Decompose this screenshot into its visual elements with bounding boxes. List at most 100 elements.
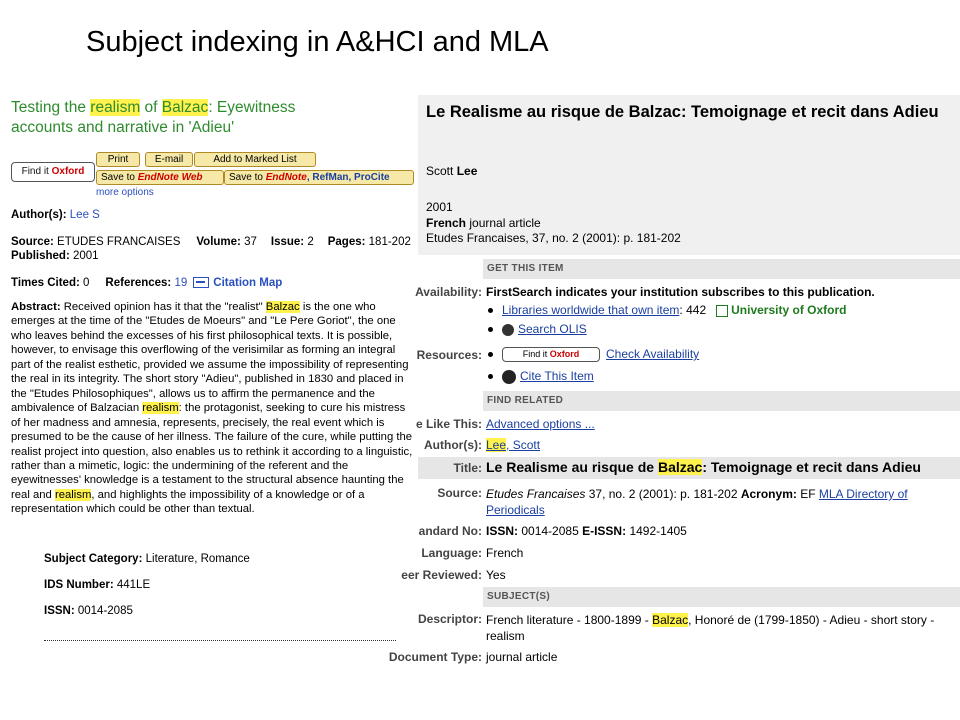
issn-value: 0014-2085 — [521, 524, 579, 538]
author-row: Lee, Scott — [486, 438, 540, 452]
oxford-logo: Oxford — [51, 166, 85, 177]
issn-row: ISSN: 0014-2085 — [44, 604, 133, 618]
email-button[interactable]: E-mail — [145, 152, 193, 167]
subjects-header: SUBJECT(S) — [483, 587, 960, 607]
periodicals-link[interactable]: Periodicals — [486, 503, 545, 517]
field-label: Published: — [11, 250, 70, 262]
language-bold: French — [426, 215, 467, 230]
year: 2001 — [426, 200, 453, 214]
bullet — [488, 352, 493, 358]
record-title[interactable]: Testing the realism of Balzac: Eyewitnes… — [11, 98, 356, 138]
advanced-options-text[interactable]: Advanced options ... — [486, 417, 595, 431]
endnote-logo-suffix: Web — [178, 172, 203, 183]
find-it-oxford-button[interactable]: Find it Oxford — [11, 162, 95, 182]
get-this-item-header: GET THIS ITEM — [483, 259, 960, 279]
check-availability-link[interactable]: Check Availability — [606, 347, 699, 361]
acronym-label: Acronym: — [740, 487, 797, 501]
published-value: 2001 — [72, 250, 99, 262]
subject-category-value: Literature, Romance — [145, 553, 250, 565]
more-like-label: e Like This: — [415, 417, 482, 431]
ids-value: 441LE — [116, 579, 151, 591]
abstract-part: is the one who emerges at the time of th… — [11, 301, 409, 415]
highlight-term: Balzac — [657, 459, 703, 475]
highlight-term: Balzac — [652, 613, 689, 627]
print-button[interactable]: Print — [96, 152, 140, 167]
authors-row: Author(s): Lee S — [11, 208, 411, 222]
add-marked-list-button[interactable]: Add to Marked List — [194, 152, 316, 167]
libraries-link[interactable]: Libraries worldwide that own item — [502, 303, 679, 317]
author-link[interactable]: Lee S — [70, 209, 100, 221]
field-label: Subject Category: — [44, 553, 143, 565]
references-link[interactable]: 19 — [174, 277, 187, 289]
title-part: Testing the — [11, 99, 91, 116]
field-label: Volume: — [196, 236, 241, 248]
record-title: Le Realisme au risque de Balzac: Temoign… — [426, 103, 939, 121]
descriptor-part: French literature - 1800-1899 - — [486, 613, 653, 627]
save-endnote-web-button[interactable]: Save to EndNote Web — [96, 170, 224, 185]
eissn-value: 1492-1405 — [629, 524, 687, 538]
times-cited-value: 0 — [83, 277, 90, 289]
field-label: Author(s): — [11, 209, 67, 221]
issue-value: 2 — [307, 236, 314, 248]
save-endnote-button[interactable]: Save to EndNote, RefMan, ProCite — [224, 170, 414, 185]
field-label: Abstract: — [11, 301, 61, 313]
find-it-oxford-button[interactable]: Find it Oxford — [502, 347, 600, 363]
title-value: Le Realisme au risque de Balzac: Temoign… — [486, 459, 921, 475]
field-label: Times Cited: — [11, 277, 80, 289]
highlight-term: realism — [142, 402, 179, 415]
source-row: Source: ETUDES FRANCAISES Volume: 37 Issue… — [11, 235, 411, 263]
author-link[interactable]: Lee, Scott — [486, 438, 540, 452]
endnote-logo: EndNote — [265, 172, 307, 183]
issn-value: 0014-2085 — [77, 605, 133, 617]
citation: Etudes Francaises, 37, no. 2 (2001): p. … — [426, 231, 681, 245]
refman-procite-label: , RefMan, ProCite — [306, 172, 390, 183]
cite-row: Cite This Item — [486, 369, 594, 384]
source-value: ETUDES FRANCAISES — [57, 236, 181, 248]
field-label: IDS Number: — [44, 579, 114, 591]
highlight-term: realism — [90, 99, 141, 116]
source-rest: 37, no. 2 (2001): p. 181-202 — [585, 487, 738, 501]
divider — [44, 640, 396, 641]
title-part: of — [140, 99, 162, 116]
descriptor-part: , Honoré de (1799-1850) - Adieu - short … — [688, 613, 935, 627]
author-label: Author(s): — [424, 438, 482, 452]
descriptor-value: French literature - 1800-1899 - Balzac, … — [486, 612, 934, 644]
oxford-logo: Oxford — [549, 349, 580, 360]
type-text: journal article — [466, 215, 541, 230]
field-label: Issue: — [270, 236, 305, 248]
highlight-term: Balzac — [265, 301, 300, 313]
advanced-options-link[interactable]: Advanced options ... — [486, 417, 595, 431]
library-icon — [716, 304, 729, 317]
standard-no-label: andard No: — [418, 524, 482, 538]
bullet — [488, 327, 493, 333]
pages-value: 181-202 — [368, 236, 411, 248]
source-label: Source: — [437, 486, 482, 500]
cite-this-item-link[interactable]: Cite This Item — [520, 369, 594, 383]
button-label: Save to — [229, 172, 266, 183]
title-part: Le Realisme au risque de — [486, 459, 658, 475]
bullet — [488, 374, 493, 380]
university-oxford-link[interactable]: University of Oxford — [716, 303, 846, 317]
availability-label: Availability: — [415, 285, 482, 299]
title-part: : Temoignage et recit dans Adieu — [702, 459, 921, 475]
citation-map-link[interactable]: Citation Map — [213, 277, 282, 289]
author-first-name: Scott — [426, 164, 457, 178]
field-label: ISSN: — [44, 605, 75, 617]
resources-row: Find it Oxford Check Availability — [486, 347, 699, 363]
bullet — [488, 308, 493, 314]
volume-value: 37 — [244, 236, 257, 248]
author-last-name: Lee — [456, 164, 478, 178]
more-options-link[interactable]: more options — [96, 186, 154, 200]
acronym-value: EF — [800, 487, 816, 501]
descriptor-label: Descriptor: — [417, 612, 482, 626]
standard-no-value: ISSN: 0014-2085 E-ISSN: 1492-1405 — [486, 524, 687, 538]
eissn-label: E-ISSN: — [582, 524, 627, 538]
mla-directory-link[interactable]: MLA Directory of — [819, 487, 908, 501]
highlight-term: Balzac — [161, 99, 209, 116]
citation-map-icon[interactable] — [193, 277, 210, 289]
abstract-part: : the protagonist, seeking to cure his m… — [11, 402, 413, 501]
endnote-logo: EndNote — [137, 172, 179, 183]
language-value: French — [486, 546, 524, 560]
search-olis-link[interactable]: Search OLIS — [518, 322, 587, 336]
field-label: Source: — [11, 236, 54, 248]
